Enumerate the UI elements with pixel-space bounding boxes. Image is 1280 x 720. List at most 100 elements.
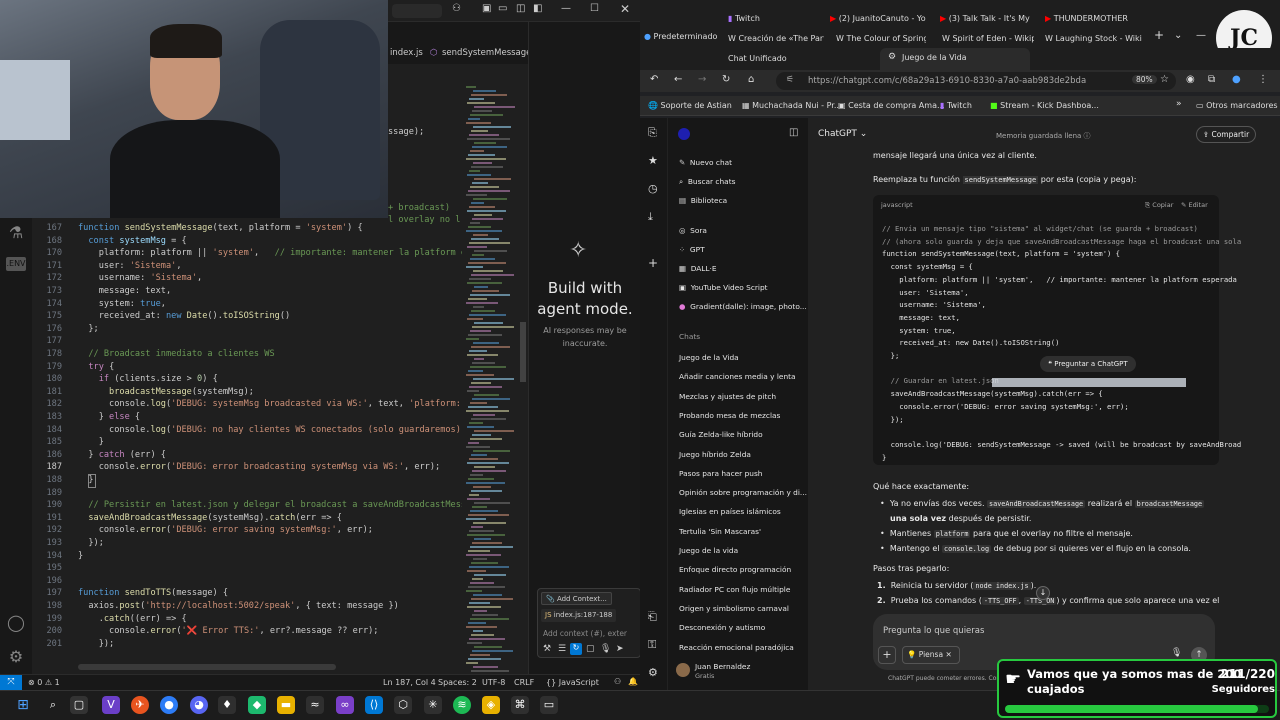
editor-scrollbar[interactable] — [518, 64, 528, 674]
sidebar-gpt-sora[interactable]: ◎ Sora — [679, 226, 707, 235]
app-yellow-icon[interactable]: ◈ — [482, 696, 500, 714]
manage-gear-icon[interactable]: ⚙ — [6, 647, 26, 667]
chat-history-item[interactable]: Origen y simbolismo carnaval — [679, 604, 789, 613]
chat-history-item[interactable]: Radiador PC con flujo múltiple — [679, 585, 790, 594]
chat-history-item[interactable]: Desconexión y autismo — [679, 623, 765, 632]
ask-chatgpt-tooltip[interactable]: ❝ Preguntar a ChatGPT — [1040, 356, 1136, 372]
flask-icon[interactable]: ⚗ — [6, 223, 26, 243]
zoom-level[interactable]: 80% — [1132, 75, 1157, 84]
mic-icon[interactable]: 🎙 — [600, 644, 611, 654]
app-hex-icon[interactable]: ⬡ — [394, 696, 412, 714]
profile-icon[interactable]: ● — [1232, 74, 1241, 85]
chat-history-item[interactable]: Probando mesa de mezclas — [679, 411, 780, 420]
command-center[interactable] — [392, 4, 442, 18]
layout-secondary-icon[interactable]: ◫ — [516, 3, 525, 14]
tab-juanitocanuto[interactable]: ▶ (2) JuanitoCanuto - Yo — [830, 10, 944, 28]
maximize-icon[interactable]: ☐ — [590, 3, 599, 14]
task-view-icon[interactable]: ▢ — [70, 696, 88, 714]
favorites-star-icon[interactable]: ★ — [648, 154, 658, 167]
avatar[interactable] — [676, 663, 690, 677]
vscode-taskbar-icon[interactable]: ⟨⟩ — [365, 696, 383, 714]
breadcrumb-function[interactable]: sendSystemMessage — [442, 48, 531, 58]
user-name[interactable]: Juan Bernaldez — [695, 662, 750, 671]
chat-input[interactable]: Add context (#), exter — [543, 629, 627, 638]
bookmark-kick[interactable]: ■ Stream - Kick Dashboa... — [990, 97, 1099, 115]
chat-history-item[interactable]: Guía Zelda-like híbrido — [679, 430, 763, 439]
problems-indicator[interactable]: ⊗ 0 ⚠ 1 — [28, 678, 60, 687]
app-dark-icon[interactable]: ⌘ — [511, 696, 529, 714]
app-wave-icon[interactable]: ≈ — [306, 696, 324, 714]
code-editor[interactable]: function sendSystemMessage(text, platfor… — [78, 220, 462, 670]
chatgpt-taskbar-icon[interactable]: ✳ — [424, 696, 442, 714]
tab-list-icon[interactable]: ⌄ — [1174, 30, 1182, 41]
sidebar-gpt-dalle[interactable]: ▦ DALL·E — [679, 264, 717, 273]
memory-status[interactable]: Memoria guardada llena ⓘ — [996, 131, 1091, 141]
undo-icon[interactable]: ↶ — [650, 74, 658, 85]
bookmarks-overflow-icon[interactable]: » — [1176, 99, 1182, 109]
tab-spirit-of-eden[interactable]: W Spirit of Eden - Wikip — [942, 30, 1034, 48]
spotify-icon[interactable]: ≋ — [453, 696, 471, 714]
layout-sidebar-icon[interactable]: ▣ — [482, 3, 491, 14]
indentation[interactable]: Spaces: 2 — [438, 678, 477, 687]
chat-history-item[interactable]: Pasos para hacer push — [679, 469, 762, 478]
model-selector[interactable]: ChatGPT ⌄ — [818, 129, 867, 139]
encoding[interactable]: UTF-8 — [482, 678, 505, 687]
minimap[interactable] — [464, 64, 518, 684]
tab-chat-unificado[interactable]: Chat Unificado — [728, 50, 858, 68]
microphone-icon[interactable]: 🎙 — [1171, 648, 1182, 658]
taskbar-search-icon[interactable]: ⌕ — [44, 696, 62, 714]
app-orange-icon[interactable]: ✈ — [131, 696, 149, 714]
add-panel-icon[interactable]: + — [648, 256, 658, 270]
language-mode[interactable]: {} JavaScript — [546, 678, 599, 687]
cursor-position[interactable]: Ln 187, Col 4 — [383, 678, 436, 687]
chat-history-item[interactable]: Tertulia 'Sin Mascaras' — [679, 527, 761, 536]
attach-plus-icon[interactable]: + — [878, 646, 896, 664]
bookmark-otros[interactable]: ▭ Otros marcadores — [1196, 97, 1278, 115]
context-file-chip[interactable]: JS index.js:187-188 — [541, 609, 617, 622]
chat-history-item[interactable]: Iglesias en países islámicos — [679, 507, 781, 516]
site-info-icon[interactable]: ⚟ — [786, 75, 794, 85]
add-context-button[interactable]: 📎 Add Context... — [541, 592, 612, 605]
app-blue-icon[interactable]: ● — [160, 696, 178, 714]
back-icon[interactable]: ← — [674, 74, 682, 85]
env-icon[interactable]: .ENV — [6, 257, 26, 271]
windows-start-icon[interactable]: ⊞ — [14, 696, 32, 714]
discord-icon[interactable]: ◕ — [190, 696, 208, 714]
tab-thundermother[interactable]: ▶ THUNDERMOTHER — [1045, 10, 1143, 28]
tab-twitch[interactable]: ▮ Twitch — [728, 10, 824, 28]
send-icon[interactable]: ➤ — [616, 644, 624, 654]
browser-menu-icon[interactable]: ⋮ — [1258, 74, 1268, 85]
chat-history-item[interactable]: Reacción emocional paradójica — [679, 643, 794, 652]
remote-icon[interactable]: ⤧ — [0, 675, 22, 690]
chat-history-item[interactable]: Juego de la vida — [679, 546, 738, 555]
window-minimize-icon[interactable]: — — [1196, 30, 1206, 41]
tab-creacion[interactable]: W Creación de «The Part — [728, 30, 824, 48]
horizontal-scrollbar[interactable] — [78, 664, 336, 670]
sidebar-gpt-youtube[interactable]: ▣ YouTube Video Script — [679, 283, 768, 292]
chat-history-item[interactable]: Enfoque directo programación — [679, 565, 791, 574]
close-icon[interactable]: ✕ — [620, 2, 630, 16]
sidebar-gpt[interactable]: ⁘ GPT — [679, 245, 705, 254]
url-field[interactable]: ⚟ https://chatgpt.com/c/68a29a13-6910-83… — [776, 72, 1176, 90]
edit-code-button[interactable]: ✎ Editar — [1181, 201, 1208, 209]
briefcase-icon[interactable]: ⎘ — [648, 126, 657, 140]
breadcrumb-file[interactable]: index.js — [390, 48, 423, 58]
home-icon[interactable]: ⌂ — [748, 74, 754, 85]
extensions-icon[interactable]: ⧉ — [1208, 74, 1215, 85]
prompt-input[interactable]: Pregunta lo que quieras — [883, 626, 984, 636]
app-pink-icon[interactable]: ♦ — [218, 696, 236, 714]
sidebar-search-chats[interactable]: ⌕ Buscar chats — [679, 177, 735, 187]
bookmark-twitch[interactable]: ▮ Twitch — [940, 97, 972, 115]
stack-icon[interactable]: ☰ — [558, 644, 566, 654]
key-icon[interactable]: ⚿ — [648, 638, 656, 652]
copilot-icon[interactable]: ⚇ — [452, 3, 461, 14]
chat-history-item[interactable]: Mezclas y ajustes de pitch — [679, 392, 776, 401]
minimize-icon[interactable]: — — [561, 3, 571, 14]
bookmark-muchachada[interactable]: ▦ Muchachada Nui - Pr... — [742, 97, 841, 115]
chat-history-item[interactable]: Opinión sobre programación y di... — [679, 488, 807, 497]
terminal-icon[interactable]: ▭ — [540, 696, 558, 714]
chat-history-item[interactable]: Juego híbrido Zelda — [679, 450, 751, 459]
downloads-icon[interactable]: ⤓ — [648, 210, 653, 224]
sidebar-new-chat[interactable]: ✎ Nuevo chat — [679, 158, 732, 167]
sidebar-library[interactable]: ▤ Biblioteca — [679, 196, 727, 205]
